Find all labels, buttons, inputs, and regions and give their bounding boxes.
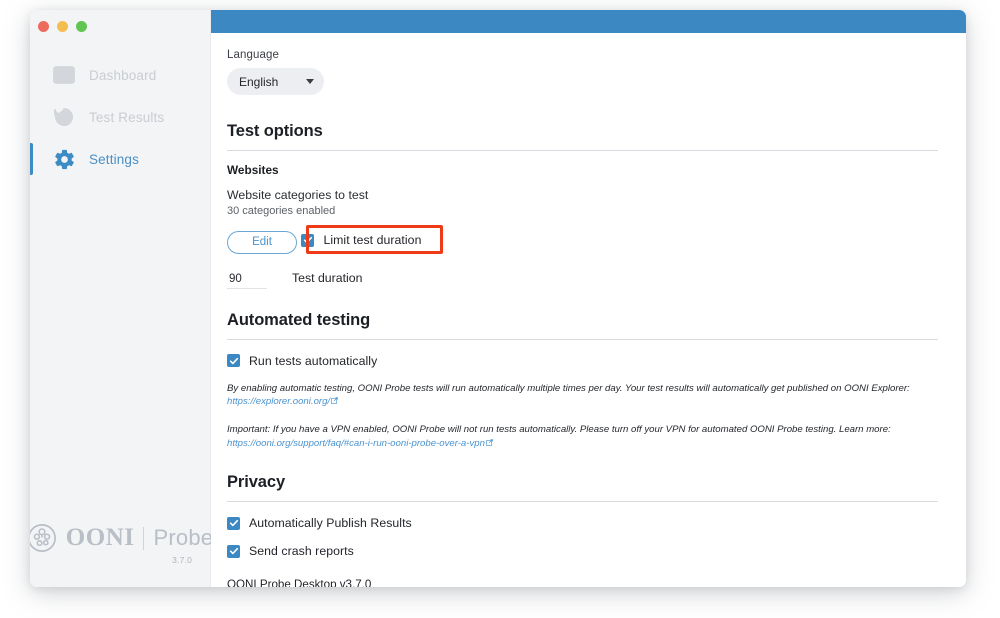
section-divider [227, 150, 938, 151]
ooni-mark-icon [30, 523, 57, 553]
language-label: Language [227, 49, 938, 61]
website-categories-label: Website categories to test [227, 188, 938, 202]
note-text: Important: If you have a VPN enabled, OO… [227, 424, 891, 435]
website-categories-status: 30 categories enabled [227, 205, 938, 217]
section-title-test-options: Test options [227, 122, 938, 141]
auto-publish-results-checkbox[interactable]: Automatically Publish Results [227, 516, 938, 530]
brand-divider [143, 527, 144, 550]
run-tests-automatically-label: Run tests automatically [249, 354, 377, 368]
brand-row: OONI Probe [30, 523, 213, 553]
sidebar-item-label: Test Results [89, 110, 164, 125]
note-text: By enabling automatic testing, OONI Prob… [227, 383, 910, 394]
limit-duration-group: Limit test duration [301, 233, 421, 247]
vpn-faq-link[interactable]: https://ooni.org/support/faq/#can-i-run-… [227, 438, 485, 449]
section-divider [227, 501, 938, 502]
checkbox-checked-icon [227, 354, 240, 367]
automated-testing-note-2: Important: If you have a VPN enabled, OO… [227, 423, 938, 451]
external-link-icon [486, 439, 493, 446]
limit-test-duration-label: Limit test duration [323, 233, 421, 247]
edit-categories-button[interactable]: Edit [227, 231, 297, 254]
chevron-down-icon [306, 79, 314, 84]
checkbox-checked-icon [301, 234, 314, 247]
section-divider [227, 339, 938, 340]
sidebar-nav: Dashboard Test Results [30, 54, 210, 180]
test-duration-label: Test duration [292, 271, 362, 289]
ooni-probe-logo: OONI Probe 3.7.0 [30, 523, 210, 565]
send-crash-reports-label: Send crash reports [249, 544, 354, 558]
screen: Dashboard Test Results [0, 0, 1000, 618]
close-window-button[interactable] [38, 21, 49, 32]
sidebar: Dashboard Test Results [30, 10, 211, 587]
privacy-section: Privacy Automatically Publish Results Se… [227, 473, 938, 587]
dashboard-icon [52, 63, 76, 87]
explorer-link[interactable]: https://explorer.ooni.org/ [227, 396, 330, 407]
sidebar-item-dashboard[interactable]: Dashboard [30, 54, 210, 96]
sidebar-item-settings[interactable]: Settings [30, 138, 210, 180]
test-options-section: Test options Websites Website categories… [227, 122, 938, 289]
auto-publish-results-label: Automatically Publish Results [249, 516, 412, 530]
automated-testing-section: Automated testing Run tests automaticall… [227, 311, 938, 452]
maximize-window-button[interactable] [76, 21, 87, 32]
checkbox-checked-icon [227, 517, 240, 530]
app-version-line: OONI Probe Desktop v3.7.0 [227, 578, 938, 587]
run-tests-automatically-checkbox[interactable]: Run tests automatically [227, 354, 938, 368]
section-title-automated-testing: Automated testing [227, 311, 938, 330]
external-link-icon [331, 397, 338, 404]
window-traffic-lights [38, 21, 87, 32]
test-duration-input[interactable] [227, 273, 267, 289]
title-bar-accent [211, 10, 966, 33]
brand-product: Probe [153, 525, 213, 551]
test-duration-row: Test duration [227, 271, 938, 289]
gear-icon [52, 147, 76, 171]
send-crash-reports-checkbox[interactable]: Send crash reports [227, 544, 938, 558]
sidebar-item-label: Settings [89, 152, 139, 167]
main-panel: Language English Test options Websites W… [211, 10, 966, 587]
language-selected-value: English [239, 75, 278, 89]
sidebar-item-label: Dashboard [89, 68, 156, 83]
checkbox-checked-icon [227, 545, 240, 558]
section-title-privacy: Privacy [227, 473, 938, 492]
settings-content: Language English Test options Websites W… [211, 33, 966, 587]
app-version-small: 3.7.0 [172, 555, 192, 565]
language-select[interactable]: English [227, 68, 324, 95]
brand-name: OONI [66, 524, 135, 552]
app-window: Dashboard Test Results [30, 10, 966, 587]
sidebar-item-test-results[interactable]: Test Results [30, 96, 210, 138]
websites-heading: Websites [227, 163, 938, 177]
limit-test-duration-checkbox[interactable]: Limit test duration [301, 233, 421, 247]
history-clock-icon [52, 105, 76, 129]
automated-testing-note-1: By enabling automatic testing, OONI Prob… [227, 382, 938, 410]
minimize-window-button[interactable] [57, 21, 68, 32]
